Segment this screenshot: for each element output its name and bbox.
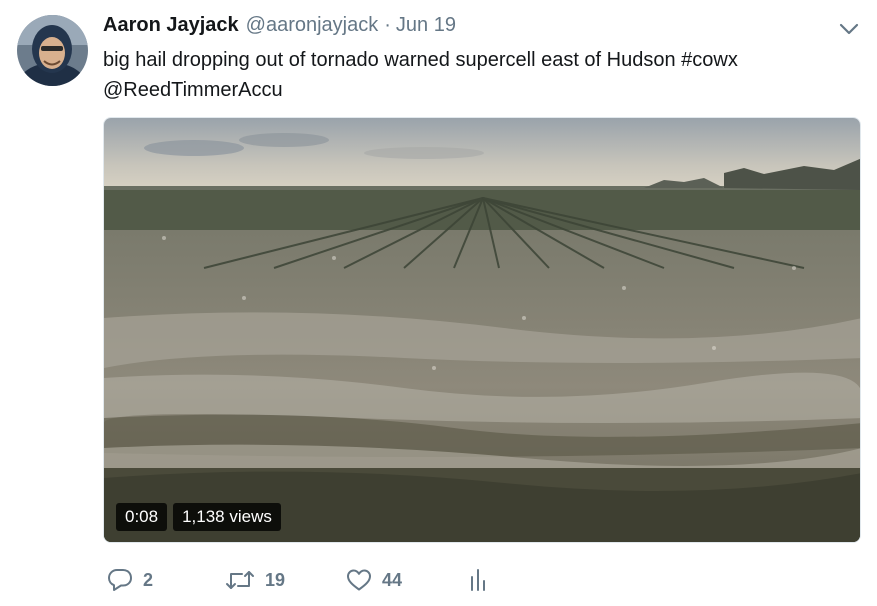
avatar[interactable]	[17, 15, 88, 86]
tweet-actions: 2 19 44	[103, 562, 523, 598]
tweet-text: big hail dropping out of tornado warned …	[103, 45, 843, 105]
reply-button[interactable]: 2	[107, 562, 153, 598]
chevron-down-icon[interactable]	[836, 18, 862, 40]
analytics-button[interactable]	[468, 562, 488, 598]
heart-icon	[346, 568, 372, 592]
retweet-button[interactable]: 19	[225, 562, 285, 598]
reply-icon	[107, 568, 133, 592]
video-thumbnail	[104, 118, 860, 542]
author-handle[interactable]: @aaronjayjack	[246, 14, 379, 37]
video-duration: 0:08	[116, 503, 168, 531]
video-player[interactable]: 0:08 1,138 views	[103, 117, 861, 543]
tweet-header: Aaron Jayjack @aaronjayjack · Jun 19	[103, 14, 456, 42]
tweet-text-body: big hail dropping out of tornado warned …	[103, 49, 682, 71]
analytics-icon	[468, 567, 488, 593]
header-separator: ·	[384, 14, 391, 36]
tweet-date[interactable]: Jun 19	[396, 14, 456, 37]
tweet-card: Aaron Jayjack @aaronjayjack · Jun 19 big…	[0, 0, 877, 606]
video-views: 1,138 views	[173, 503, 281, 531]
author-name[interactable]: Aaron Jayjack	[103, 14, 239, 37]
reply-count: 2	[143, 569, 154, 590]
like-button[interactable]: 44	[346, 562, 402, 598]
retweet-icon	[225, 568, 255, 592]
video-overlay: 0:08 1,138 views	[116, 503, 281, 531]
like-count: 44	[382, 569, 403, 590]
mention-link[interactable]: @ReedTimmerAccu	[103, 79, 283, 101]
retweet-count: 19	[265, 569, 286, 590]
hashtag-link[interactable]: #cowx	[681, 49, 738, 71]
